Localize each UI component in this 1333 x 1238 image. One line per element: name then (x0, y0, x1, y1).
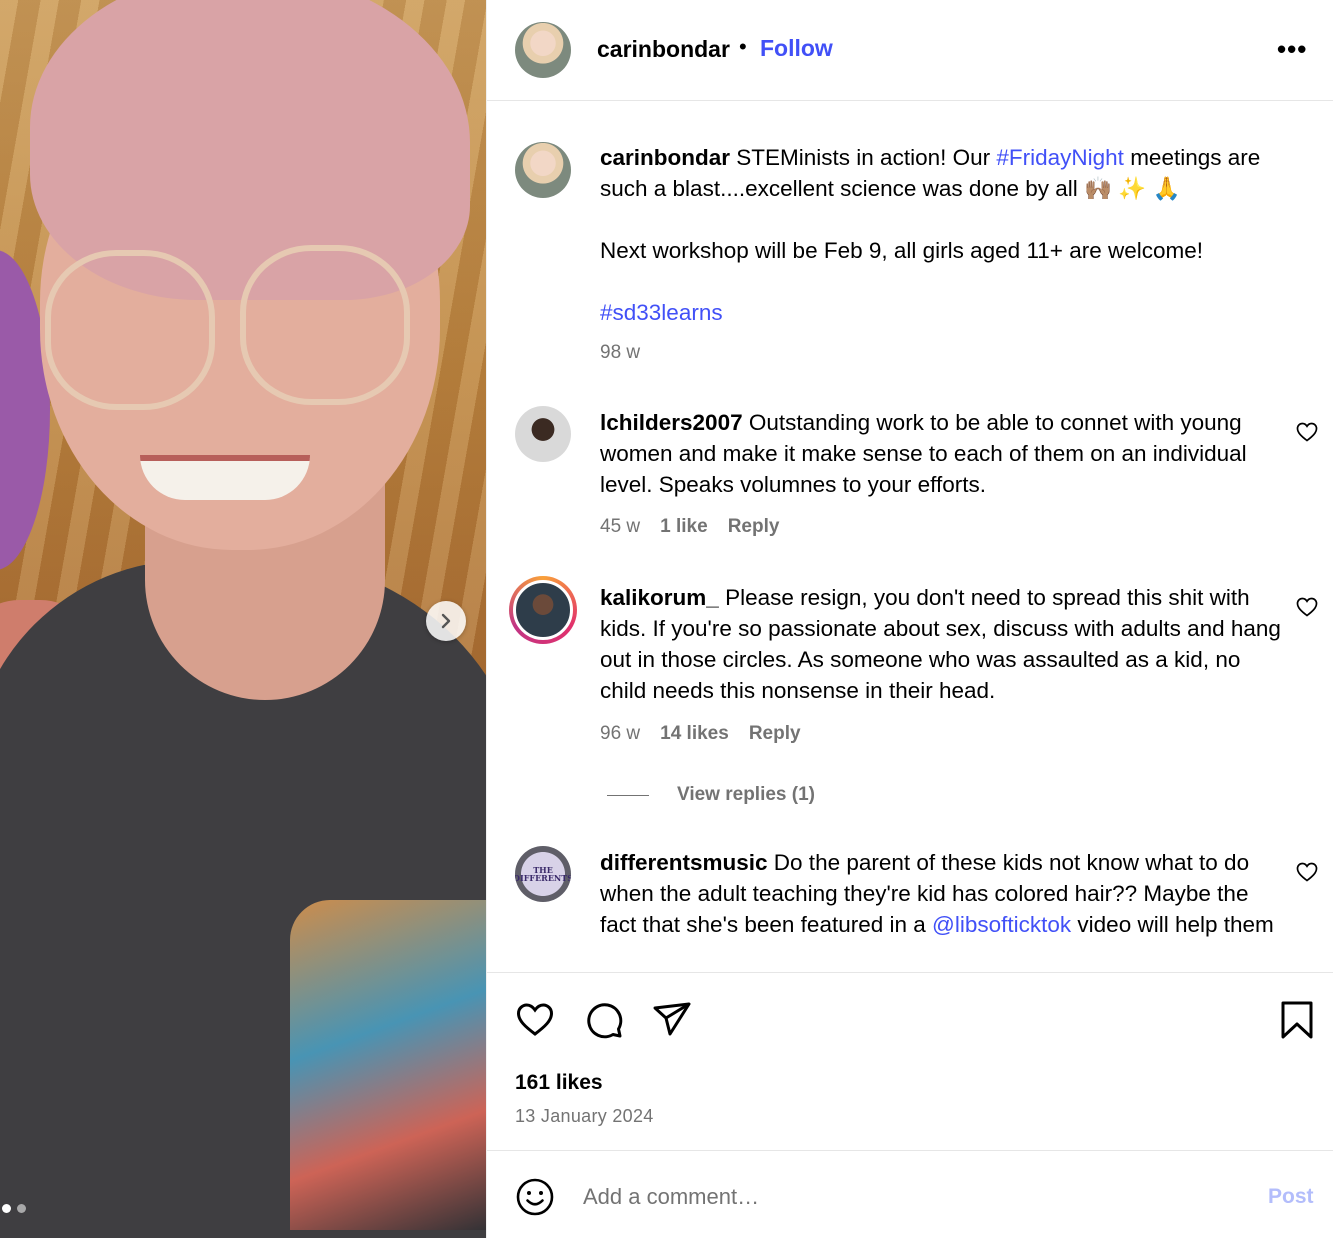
photo-glasses (240, 245, 410, 405)
comment-username[interactable]: kalikorum_ (600, 585, 719, 610)
carousel-dot (2, 1204, 11, 1213)
comment-meta: 96 w 14 likes Reply (600, 723, 801, 745)
heart-icon[interactable] (1295, 595, 1319, 619)
reply-button[interactable]: Reply (749, 723, 801, 745)
comment-like-count[interactable]: 1 like (660, 516, 708, 538)
carousel-next-button[interactable] (426, 601, 466, 641)
post-header: carinbondar • Follow ••• (487, 0, 1333, 101)
caption-meta: 98 w (600, 342, 640, 364)
commenter-avatar[interactable] (515, 406, 571, 462)
reply-button[interactable]: Reply (728, 516, 780, 538)
carousel-indicator (2, 1204, 26, 1213)
emoji-icon[interactable] (515, 1177, 555, 1217)
heart-icon[interactable] (1295, 420, 1319, 444)
commenter-avatar[interactable]: THE DIFFERENTS (515, 846, 571, 902)
post-panel: carinbondar • Follow ••• carinbondar STE… (486, 0, 1333, 1238)
mention-link[interactable]: @libsofticktok (932, 912, 1071, 937)
hashtag-link[interactable]: #FridayNight (996, 145, 1124, 170)
photo-smile (140, 455, 310, 500)
caption-text: carinbondar STEMinists in action! Our #F… (600, 142, 1290, 204)
bookmark-icon[interactable] (1276, 999, 1318, 1041)
view-replies-button[interactable]: View replies (1) (607, 784, 815, 806)
commenter-avatar[interactable] (509, 576, 577, 644)
caption-body: STEMinists in action! Our (730, 145, 997, 170)
post-photo[interactable] (0, 0, 486, 1238)
comment-username[interactable]: differentsmusic (600, 850, 768, 875)
photo-glasses (45, 250, 215, 410)
hashtag-link[interactable]: #sd33learns (600, 297, 1290, 328)
caption-line: Next workshop will be Feb 9, all girls a… (600, 238, 1203, 263)
photo-shirt-print (290, 900, 486, 1230)
view-replies-label: View replies (1) (677, 784, 815, 805)
author-username[interactable]: carinbondar (597, 36, 730, 63)
comment-text: lchilders2007 Outstanding work to be abl… (600, 407, 1290, 500)
header-separator: • (739, 34, 747, 59)
carousel-dot (17, 1204, 26, 1213)
share-icon[interactable] (651, 999, 693, 1041)
post-comment-button[interactable]: Post (1268, 1185, 1314, 1209)
caption-avatar[interactable] (515, 142, 571, 198)
chevron-right-icon (441, 613, 451, 629)
comment-meta: 45 w 1 like Reply (600, 516, 779, 538)
comment-username[interactable]: lchilders2007 (600, 410, 743, 435)
add-comment-bar: Post (487, 1150, 1333, 1238)
like-count[interactable]: 161 likes (515, 1071, 603, 1095)
avatar-logo-text: THE DIFFERENTS (515, 865, 571, 883)
comment-timestamp[interactable]: 45 w (600, 516, 640, 538)
post-actions: 161 likes 13 January 2024 (487, 972, 1333, 1150)
post-date[interactable]: 13 January 2024 (515, 1106, 654, 1127)
heart-icon[interactable] (1295, 860, 1319, 884)
view-replies-line (607, 794, 649, 796)
follow-button[interactable]: Follow (760, 35, 833, 62)
comments-list[interactable]: carinbondar STEMinists in action! Our #F… (487, 102, 1333, 972)
comment-body: video will help them (1071, 912, 1274, 937)
comment-icon[interactable] (583, 999, 625, 1041)
comment-input[interactable] (583, 1179, 1233, 1215)
heart-icon[interactable] (514, 999, 556, 1041)
more-icon[interactable]: ••• (1277, 34, 1307, 65)
comment-like-count[interactable]: 14 likes (660, 723, 729, 745)
comment-text: differentsmusic Do the parent of these k… (600, 847, 1290, 940)
comment-text: kalikorum_ Please resign, you don't need… (600, 582, 1290, 706)
author-avatar[interactable] (515, 22, 571, 78)
caption-username[interactable]: carinbondar (600, 145, 730, 170)
comment-timestamp[interactable]: 96 w (600, 723, 640, 745)
caption-timestamp[interactable]: 98 w (600, 342, 640, 364)
